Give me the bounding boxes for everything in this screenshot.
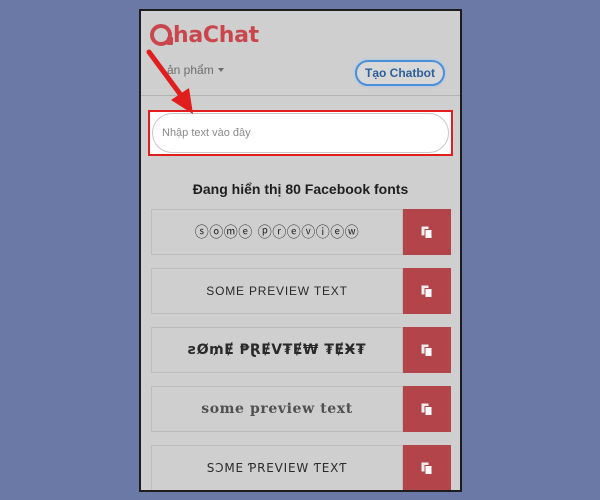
font-preview[interactable]: SƆMΕ ƤRΕVIΕW ƬΕXƬ [151,445,403,490]
logo-mark-icon [150,24,173,46]
copy-icon [421,226,433,239]
font-preview[interactable]: SOME PREVIEW TEXT [151,268,403,314]
logo-text: haChat [173,22,259,48]
font-count-heading: Đang hiển thị 80 Facebook fonts [192,181,409,197]
font-row: SƆMΕ ƤRΕVIΕW ƬΕXƬ [151,445,451,490]
font-preview[interactable]: some preview text [151,386,403,432]
copy-icon [421,462,433,475]
copy-button[interactable] [403,445,451,490]
create-chatbot-button[interactable]: Tạo Chatbot [355,60,445,86]
copy-icon [421,344,433,357]
ahachat-logo[interactable]: haChat [150,21,259,49]
font-row: ꙅØ₥Ɇ ₱ⱤɆV₮Ɇ₩ ₮ɆӾ₮ [151,327,451,373]
copy-icon [421,285,433,298]
font-preview[interactable]: ꙅØ₥Ɇ ₱ⱤɆV₮Ɇ₩ ₮ɆӾ₮ [151,327,403,373]
font-row: SOME PREVIEW TEXT [151,268,451,314]
copy-icon [421,403,433,416]
font-row: ⓢⓞⓜⓔ ⓟⓡⓔⓥⓘⓔⓦ [151,209,451,255]
caret-down-icon [217,68,224,72]
copy-button[interactable] [403,327,451,373]
copy-button[interactable] [403,268,451,314]
font-row: some preview text [151,386,451,432]
phone-screen: haChat ản phẩm Tạo Chatbot Đang hiển thị… [139,9,462,492]
font-preview[interactable]: ⓢⓞⓜⓔ ⓟⓡⓔⓥⓘⓔⓦ [151,209,403,255]
copy-button[interactable] [403,209,451,255]
text-input-field[interactable] [152,113,449,153]
red-arrow-annotation-icon [146,49,193,114]
copy-button[interactable] [403,386,451,432]
